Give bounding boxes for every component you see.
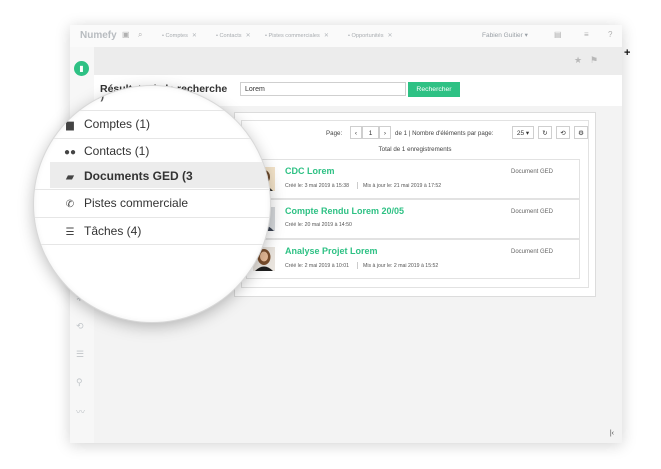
- top-bar: Numefy ▣ ⌕ • Comptes ✕ • Contacts ✕ • Pist…: [70, 25, 622, 48]
- next-page-button[interactable]: ›: [379, 126, 391, 139]
- star-icon[interactable]: ★: [574, 55, 582, 66]
- total-count: Total de 1 enregistrements: [378, 146, 452, 153]
- close-icon[interactable]: ✕: [324, 33, 329, 39]
- created-date: Créé le: 20 mai 2019 à 14:50: [285, 222, 352, 228]
- search-button[interactable]: Rechercher: [408, 82, 460, 97]
- user-menu[interactable]: Fabien Guitier ▾: [482, 31, 528, 39]
- add-icon[interactable]: +: [624, 47, 630, 59]
- divider: [357, 182, 359, 189]
- result-row[interactable]: Analyse Projet Lorem Créé le: 2 mai 2019…: [246, 239, 580, 279]
- result-title[interactable]: Analyse Projet Lorem: [285, 246, 378, 256]
- sync-icon[interactable]: ⟲: [76, 321, 84, 332]
- dashboard-icon[interactable]: ▮: [74, 61, 89, 76]
- help-icon[interactable]: ?: [608, 30, 612, 39]
- window-icon[interactable]: ▣: [122, 30, 130, 39]
- menu-icon[interactable]: ≡: [584, 30, 589, 39]
- created-date: Créé le: 2 mai 2019 à 10:01: [285, 262, 350, 269]
- page-number-input[interactable]: 1: [362, 126, 379, 139]
- page-count-label: de 1 | Nombre d'éléments par page:: [395, 130, 494, 137]
- brand-logo[interactable]: Numefy: [80, 30, 117, 41]
- search-icon[interactable]: ⌕: [138, 30, 142, 40]
- briefcase-icon: ▆: [66, 120, 74, 131]
- chart-line-icon[interactable]: 〰: [76, 405, 85, 418]
- divider: [357, 262, 359, 269]
- users-icon: ●●: [63, 147, 77, 158]
- search-input[interactable]: [240, 82, 406, 96]
- divider: [34, 189, 270, 190]
- result-type: Document GED: [511, 169, 554, 175]
- results-list: Page: ‹ 1 › de 1 | Nombre d'éléments par…: [241, 120, 589, 288]
- notifications-icon[interactable]: ▤: [554, 30, 562, 39]
- partial-item: ous (10): [62, 90, 105, 102]
- result-title[interactable]: CDC Lorem: [285, 166, 335, 176]
- results-panel: Page: ‹ 1 › de 1 | Nombre d'éléments par…: [234, 112, 596, 297]
- category-comptes[interactable]: ▆ Comptes (1): [62, 117, 150, 131]
- prev-page-button[interactable]: ‹: [350, 126, 362, 139]
- result-title[interactable]: Compte Rendu Lorem 20/05: [285, 206, 404, 216]
- category-label: Pistes commerciale: [84, 196, 189, 210]
- category-label: Documents GED (3: [84, 169, 193, 183]
- tab-label: Comptes: [165, 33, 188, 39]
- category-documents-ged[interactable]: ▰ Documents GED (3: [62, 169, 193, 183]
- magnifier-lens: ous (10) ▆ Comptes (1) ●● Contacts (1) ▰ Do…: [34, 86, 270, 322]
- result-type: Document GED: [511, 209, 554, 215]
- per-page-select[interactable]: 25 ▾: [512, 126, 534, 139]
- phone-icon: ✆: [65, 199, 75, 210]
- gear-icon[interactable]: ⚙: [574, 126, 588, 139]
- category-pistes-commerciales[interactable]: ✆ Pistes commerciale: [62, 196, 188, 210]
- list-icon[interactable]: ☰: [76, 349, 84, 360]
- page-label: Page:: [326, 130, 343, 137]
- reset-icon[interactable]: ⟲: [556, 126, 570, 139]
- category-label: Tâches (4): [84, 224, 142, 238]
- close-icon[interactable]: ✕: [192, 33, 197, 39]
- tab-label: Pistes commerciales: [268, 33, 320, 39]
- result-type: Document GED: [511, 249, 554, 255]
- tab-contacts[interactable]: • Contacts ✕: [216, 32, 251, 39]
- book-icon: ▰: [66, 172, 74, 183]
- created-date: Créé le: 3 mai 2019 à 15:38: [285, 182, 350, 189]
- divider: [34, 138, 270, 139]
- tab-comptes[interactable]: • Comptes ✕: [162, 32, 197, 39]
- tab-pistes-commerciales[interactable]: • Pistes commerciales ✕: [265, 32, 329, 39]
- result-dates: Créé le: 3 mai 2019 à 15:38 Mis à jour le…: [285, 182, 441, 189]
- result-row[interactable]: Compte Rendu Lorem 20/05 Créé le: 20 mai…: [246, 199, 580, 239]
- category-label: Comptes (1): [84, 117, 151, 131]
- close-icon[interactable]: ✕: [388, 33, 393, 39]
- toolbar-strip: ★ ⚑: [94, 47, 622, 75]
- category-label: Contacts (1): [84, 144, 150, 158]
- refresh-icon[interactable]: ↻: [538, 126, 552, 139]
- updated-date: Mis à jour le: 2 mai 2019 à 15:52: [363, 262, 439, 269]
- close-icon[interactable]: ✕: [246, 33, 251, 39]
- tab-opportunites[interactable]: • Opportunités ✕: [348, 32, 393, 39]
- hierarchy-icon[interactable]: ⚲: [76, 377, 83, 388]
- divider: [34, 217, 270, 218]
- updated-date: Mis à jour le: 21 mai 2019 à 17:52: [363, 182, 442, 189]
- category-contacts[interactable]: ●● Contacts (1): [62, 144, 149, 158]
- divider: [34, 244, 270, 245]
- tab-label: Opportunités: [351, 33, 384, 39]
- result-dates: Créé le: 2 mai 2019 à 10:01 Mis à jour le…: [285, 262, 438, 269]
- tasks-icon: ☰: [65, 227, 75, 238]
- category-taches[interactable]: ☰ Tâches (4): [62, 224, 142, 238]
- divider: [34, 110, 270, 111]
- tab-label: Contacts: [219, 33, 242, 39]
- result-row[interactable]: CDC Lorem Créé le: 3 mai 2019 à 15:38 Mis…: [246, 159, 580, 199]
- collapse-icon[interactable]: |‹: [610, 430, 614, 437]
- result-dates: Créé le: 20 mai 2019 à 14:50: [285, 222, 352, 228]
- pin-icon[interactable]: ⚑: [590, 55, 598, 66]
